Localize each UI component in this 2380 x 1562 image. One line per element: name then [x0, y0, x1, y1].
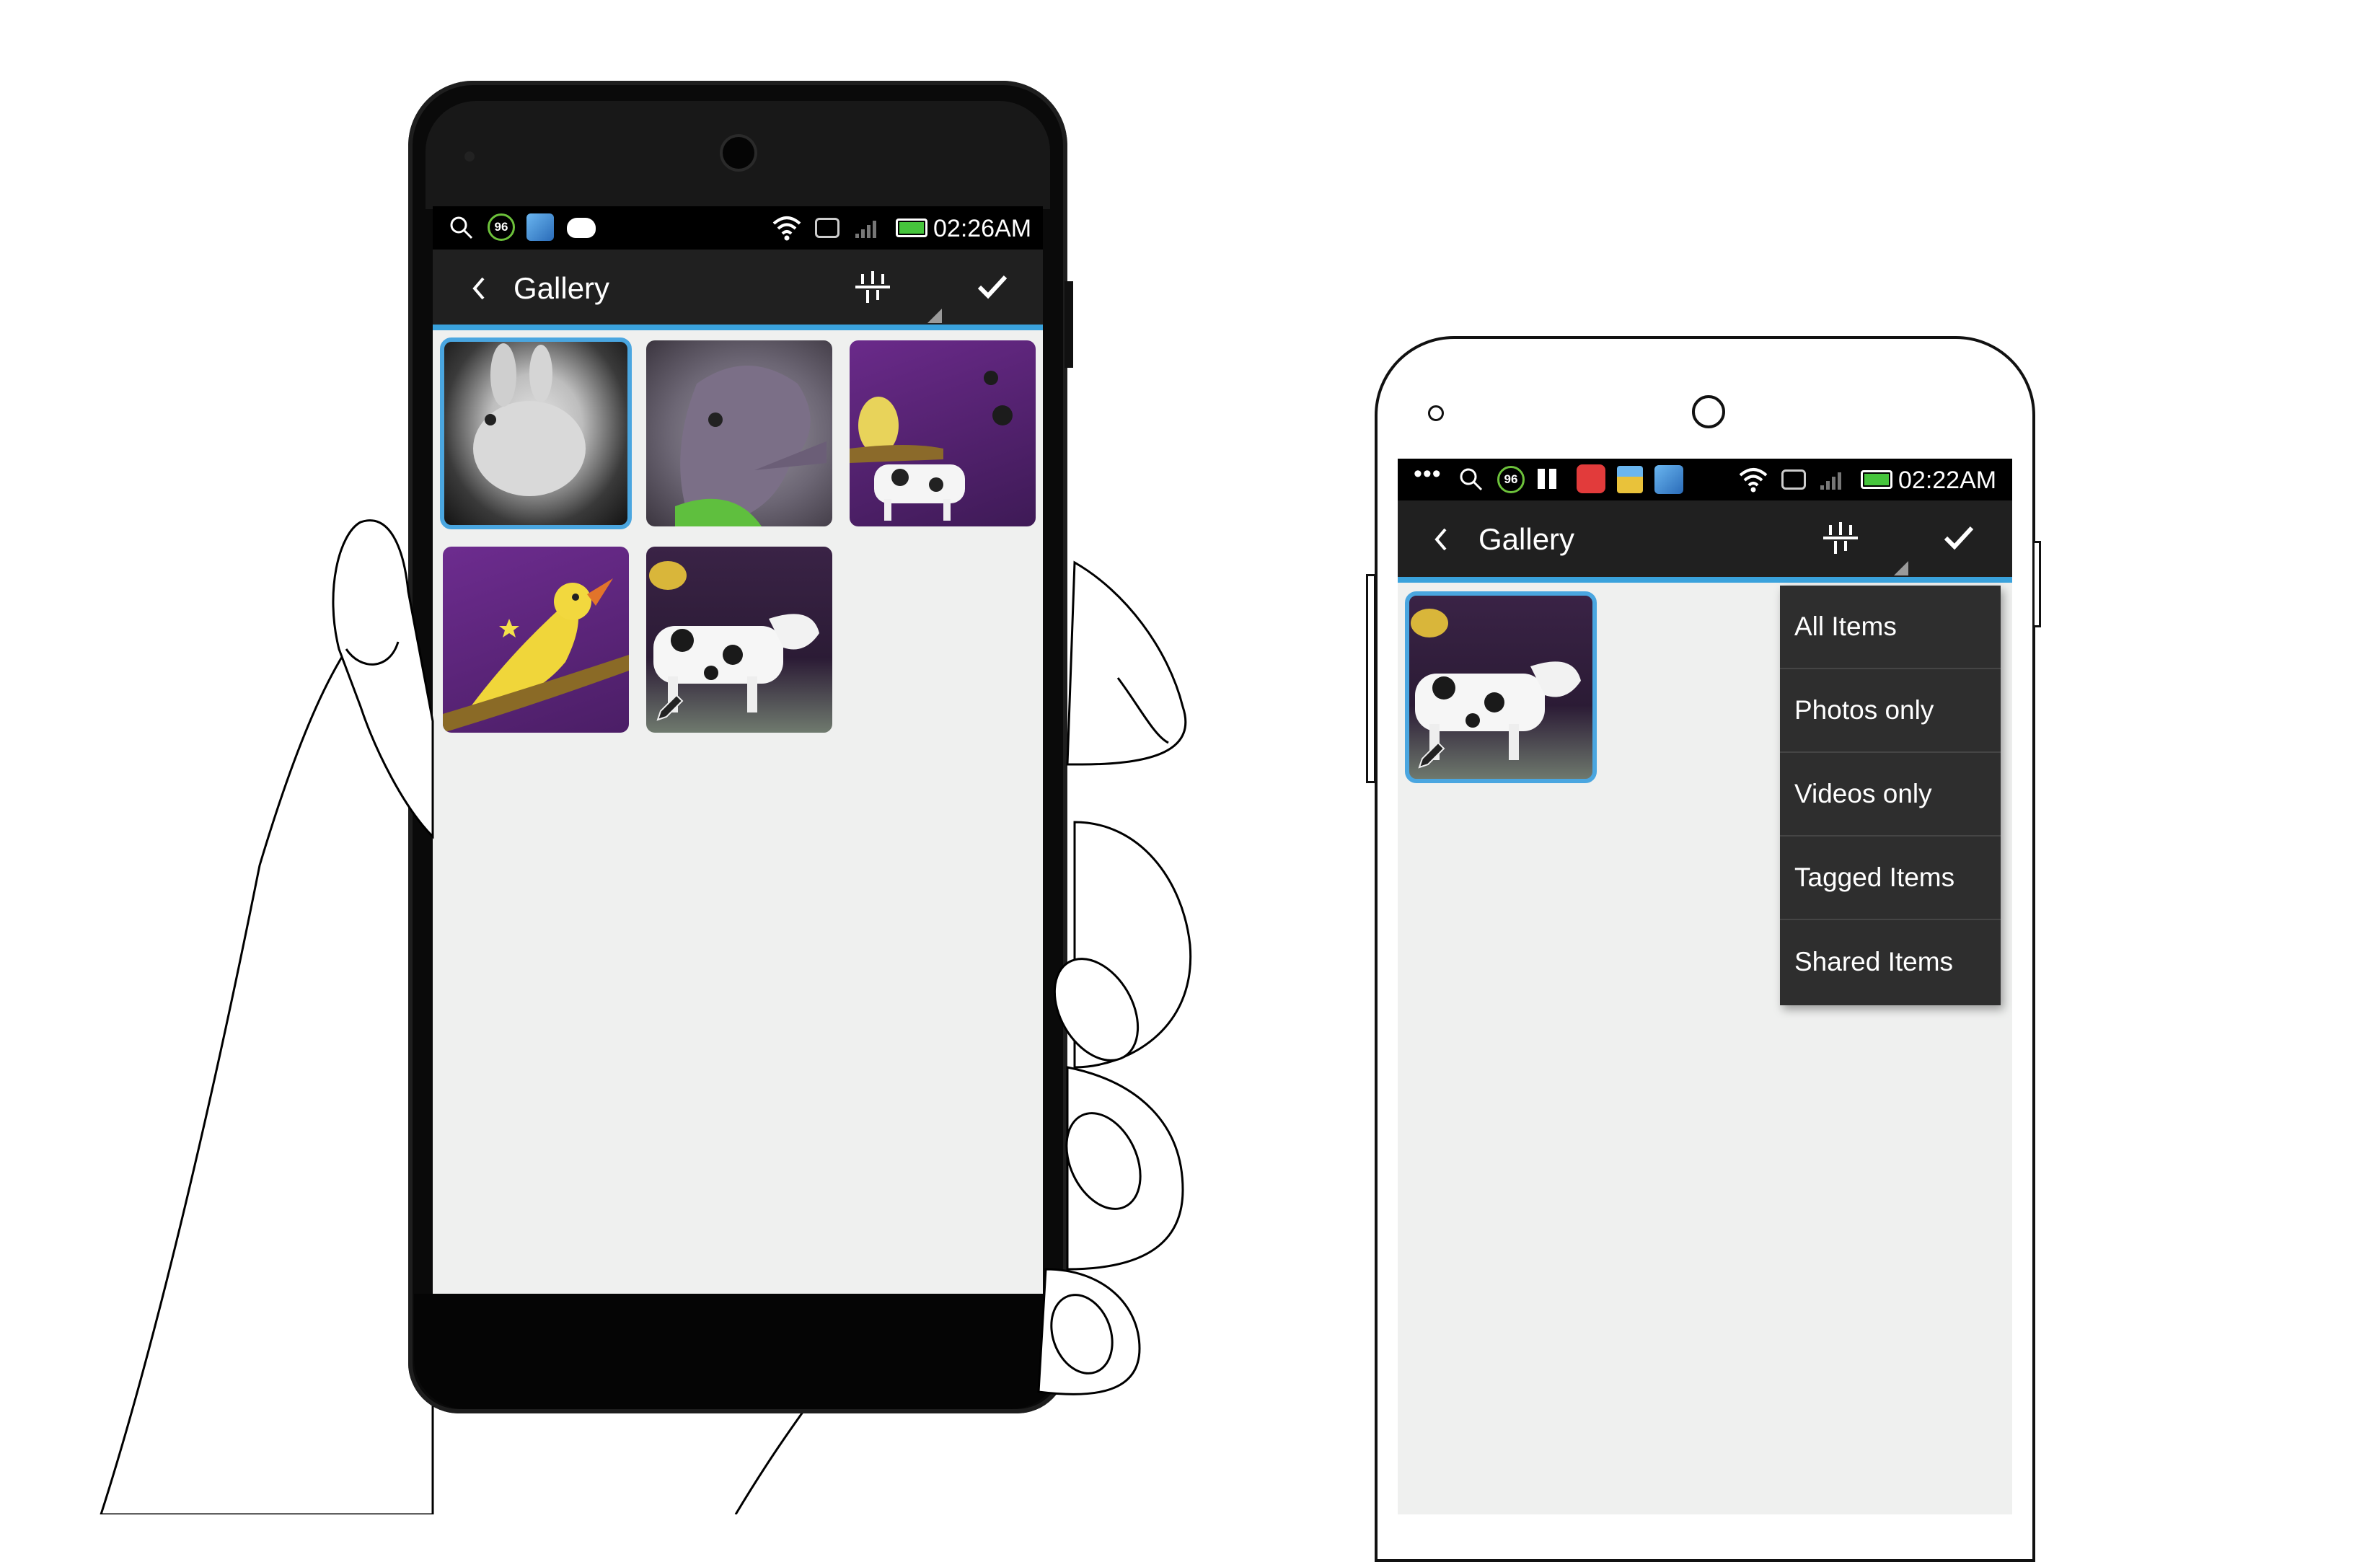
gallery-thumbnail[interactable]: [1405, 591, 1597, 783]
menu-item-all-items[interactable]: All Items: [1780, 586, 2001, 668]
back-chevron-icon[interactable]: [1432, 526, 1450, 552]
battery-icon: [1861, 470, 1892, 489]
app-notification-icon: [1654, 465, 1683, 494]
menu-item-tagged-items[interactable]: Tagged Items: [1780, 837, 2001, 919]
pencil-edit-icon: [1418, 741, 1445, 769]
filter-dropdown-menu: All Items Photos only Videos only Tagged…: [1780, 586, 2001, 1005]
menu-item-shared-items[interactable]: Shared Items: [1780, 920, 2001, 1004]
right-phone-side-button-right: [2032, 541, 2041, 627]
more-dots-icon: •••: [1414, 460, 1442, 487]
grid-app-icon: [1538, 469, 1558, 489]
broom-icon: [1617, 466, 1643, 493]
app-bar-accent-line: [1398, 577, 2012, 583]
wifi-icon: [1739, 468, 1768, 493]
menu-item-photos-only[interactable]: Photos only: [1780, 669, 2001, 751]
checkmark-icon[interactable]: [1943, 525, 1975, 551]
right-phone-side-button-left: [1366, 574, 1376, 783]
sim-status-icon: [1781, 469, 1806, 490]
app-bar: Gallery: [1398, 500, 2012, 577]
page-title: Gallery: [1478, 522, 1575, 556]
menu-item-videos-only[interactable]: Videos only: [1780, 753, 2001, 835]
badge-count: 96: [1504, 472, 1518, 486]
signal-icon: [1820, 472, 1841, 490]
badge-icon: 96: [1497, 466, 1525, 493]
red-app-icon: [1577, 464, 1605, 493]
right-phone-screen: ••• 96 02:22AM Gallery All Items Photos …: [1398, 459, 2012, 1514]
status-bar: ••• 96 02:22AM: [1398, 459, 2012, 500]
front-camera-icon: [1692, 395, 1725, 428]
proximity-sensor-icon: [1428, 405, 1444, 421]
status-time: 02:22AM: [1898, 467, 1997, 494]
search-icon: [1460, 468, 1483, 491]
dropdown-indicator-icon: [1894, 561, 1908, 575]
filter-sort-icon[interactable]: [1820, 522, 1861, 557]
